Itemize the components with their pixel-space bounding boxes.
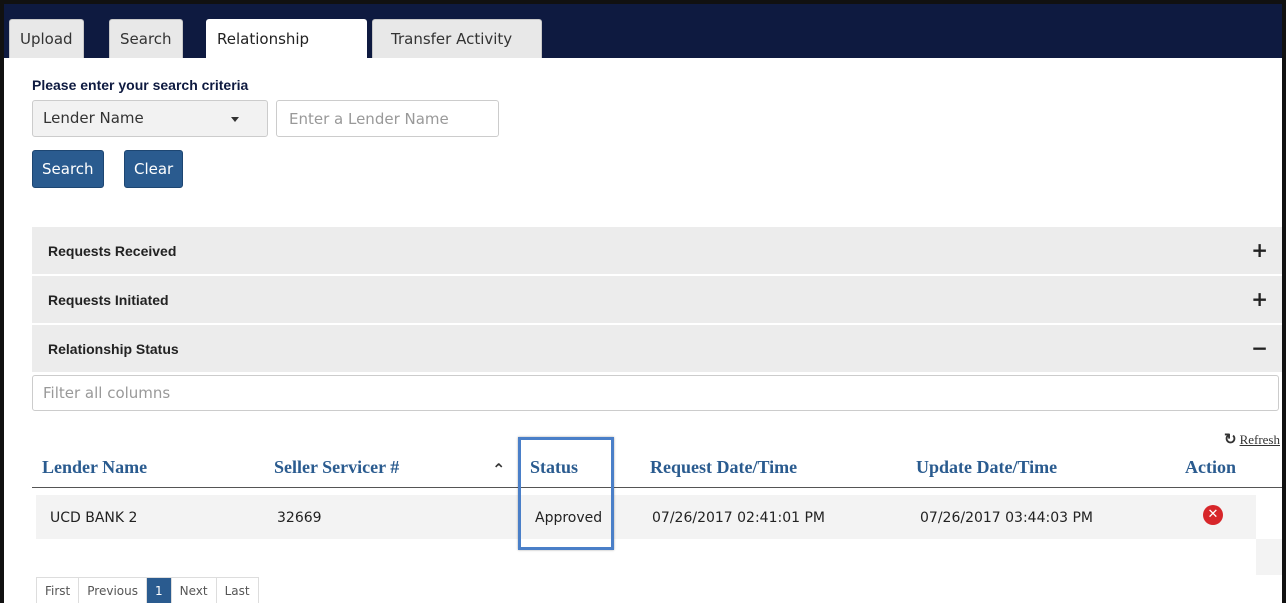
- plus-icon[interactable]: +: [1251, 238, 1268, 262]
- search-button[interactable]: Search: [32, 150, 104, 188]
- filter-all-columns-input[interactable]: [32, 375, 1279, 411]
- panel-requests-initiated[interactable]: Requests Initiated +: [32, 276, 1282, 324]
- pager-page-1[interactable]: 1: [146, 578, 172, 603]
- column-header-request-date[interactable]: Request Date/Time: [650, 457, 797, 478]
- search-field-select-value: Lender Name: [43, 109, 144, 127]
- delete-icon[interactable]: ✕: [1203, 505, 1223, 525]
- tab-relationship[interactable]: Relationship: [206, 19, 367, 59]
- lender-name-input[interactable]: [276, 100, 499, 137]
- panel-relationship-status[interactable]: Relationship Status −: [32, 325, 1282, 373]
- column-header-status[interactable]: Status: [530, 457, 578, 478]
- search-field-select[interactable]: Lender Name: [32, 100, 268, 137]
- sort-ascending-icon[interactable]: ⌃: [492, 460, 505, 479]
- tab-bar: Upload Search Relationship Transfer Acti…: [4, 4, 1282, 59]
- column-header-seller-servicer[interactable]: Seller Servicer #: [274, 457, 399, 478]
- tab-search[interactable]: Search: [109, 19, 183, 58]
- minus-icon[interactable]: −: [1251, 336, 1268, 360]
- panel-requests-received[interactable]: Requests Received +: [32, 227, 1282, 275]
- cell-status: Approved: [535, 510, 603, 526]
- refresh-label: Refresh: [1239, 432, 1280, 447]
- cell-request-date: 07/26/2017 02:41:01 PM: [652, 510, 825, 526]
- cell-lender-name: UCD BANK 2: [50, 510, 138, 526]
- tab-upload[interactable]: Upload: [9, 19, 84, 58]
- pager-previous[interactable]: Previous: [79, 578, 147, 603]
- panel-title: Requests Received: [48, 243, 177, 259]
- cell-update-date: 07/26/2017 03:44:03 PM: [920, 510, 1093, 526]
- pager-first[interactable]: First: [37, 578, 80, 603]
- clear-button[interactable]: Clear: [124, 150, 184, 188]
- cell-seller-servicer: 32669: [277, 510, 322, 526]
- column-header-update-date[interactable]: Update Date/Time: [916, 457, 1057, 478]
- pager-last[interactable]: Last: [216, 578, 258, 603]
- refresh-icon: ↻: [1223, 432, 1237, 448]
- pagination: First Previous 1 Next Last: [36, 577, 259, 603]
- column-header-lender-name[interactable]: Lender Name: [42, 457, 147, 478]
- tab-transfer-activity[interactable]: Transfer Activity: [372, 19, 542, 58]
- column-header-action: Action: [1185, 457, 1236, 477]
- panel-title: Relationship Status: [48, 341, 179, 357]
- panel-title: Requests Initiated: [48, 292, 169, 308]
- pager-next[interactable]: Next: [171, 578, 217, 603]
- refresh-link[interactable]: ↻ Refresh: [1224, 430, 1280, 449]
- table-row-overflow: [1256, 539, 1282, 575]
- caret-down-icon: [231, 117, 239, 122]
- table-header-divider: [32, 487, 1282, 488]
- plus-icon[interactable]: +: [1251, 287, 1268, 311]
- search-criteria-label: Please enter your search criteria: [32, 77, 249, 93]
